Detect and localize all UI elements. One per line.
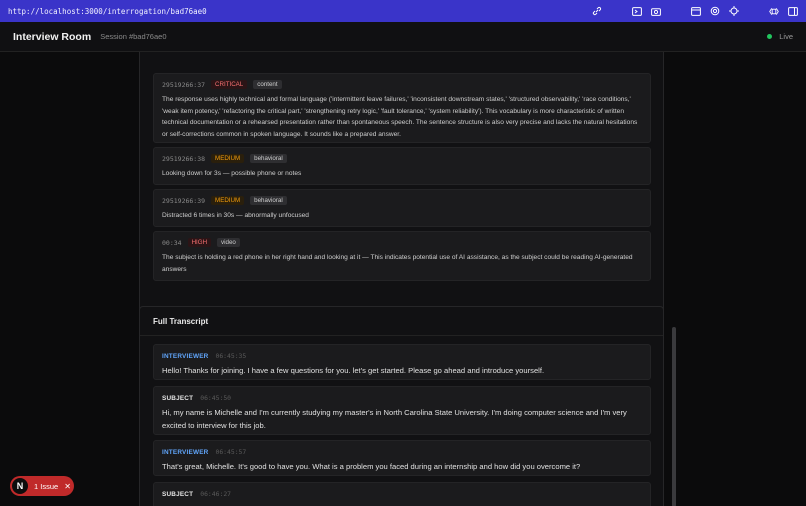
live-dot-icon: [767, 34, 773, 39]
transcript-turn: INTERVIEWER 06:45:57 That's great, Miche…: [153, 440, 651, 476]
camera-icon[interactable]: [651, 7, 661, 16]
transcript-turn: INTERVIEWER 06:45:35 Hello! Thanks for j…: [153, 344, 651, 380]
turn-timestamp: 06:45:57: [215, 448, 247, 456]
turn-text: That's great, Michelle. It's good to hav…: [162, 462, 581, 471]
issue-badge[interactable]: N 1 Issue ✕: [10, 476, 74, 496]
turn-timestamp: 06:45:50: [200, 394, 232, 402]
browser-toolbar: http://localhost:3000/interrogation/bad7…: [0, 0, 806, 22]
close-icon[interactable]: ✕: [64, 482, 71, 491]
severity-badge: MEDIUM: [211, 196, 245, 205]
browser-actions: [592, 6, 798, 16]
category-badge: behavioral: [250, 196, 287, 205]
next-logo-icon: N: [12, 478, 28, 494]
category-badge: behavioral: [250, 154, 287, 163]
speaker-label: INTERVIEWER: [162, 449, 209, 456]
speaker-label: INTERVIEWER: [162, 353, 209, 360]
issue-count[interactable]: 1 Issue: [34, 482, 58, 491]
scrollbar-thumb[interactable]: [672, 327, 676, 506]
category-badge: content: [253, 80, 282, 89]
flag-item: 00:34 HIGH video The subject is holding …: [153, 231, 651, 281]
sidebar-icon[interactable]: [788, 6, 798, 16]
transcript-turn: SUBJECT 06:46:27: [153, 482, 651, 506]
transcript-card: Full Transcript INTERVIEWER 06:45:35 Hel…: [139, 306, 664, 506]
turn-text: Hi, my name is Michelle and I'm currentl…: [162, 408, 627, 430]
flag-description: The subject is holding a red phone in he…: [162, 254, 633, 273]
flags-card: 29519266:37 CRITICAL content The respons…: [139, 52, 664, 340]
session-id: Session #bad76ae0: [100, 32, 167, 41]
flag-timestamp: 29519266:38: [162, 154, 206, 163]
severity-badge: MEDIUM: [211, 154, 245, 163]
flag-description: Distracted 6 times in 30s — abnormally u…: [162, 212, 309, 219]
flag-item: 29519266:39 MEDIUM behavioral Distracted…: [153, 189, 651, 227]
turn-timestamp: 06:45:35: [215, 352, 247, 360]
speaker-label: SUBJECT: [162, 395, 194, 402]
page-title: Interview Room: [13, 30, 92, 43]
turn-timestamp: 06:46:27: [200, 490, 232, 498]
turn-text: Hello! Thanks for joining. I have a few …: [162, 366, 545, 375]
window-icon[interactable]: [691, 6, 701, 16]
flag-description: The response uses highly technical and f…: [162, 96, 638, 138]
live-label: Live: [779, 32, 793, 41]
transcript-turn: SUBJECT 06:45:50 Hi, my name is Michelle…: [153, 386, 651, 435]
target-icon[interactable]: [710, 6, 720, 16]
flag-timestamp: 00:34: [162, 238, 182, 247]
crosshair-icon[interactable]: [729, 6, 739, 16]
flag-description: Looking down for 3s — possible phone or …: [162, 170, 302, 177]
flag-timestamp: 29519266:37: [162, 80, 206, 89]
flag-timestamp: 29519266:39: [162, 196, 206, 205]
live-status: Live: [767, 32, 793, 41]
transcript-title: Full Transcript: [153, 317, 209, 326]
severity-badge: CRITICAL: [211, 80, 248, 89]
main-scroll-area[interactable]: 29519266:37 CRITICAL content The respons…: [0, 52, 806, 506]
category-badge: video: [217, 238, 240, 247]
speaker-label: SUBJECT: [162, 491, 194, 498]
url-bar[interactable]: http://localhost:3000/interrogation/bad7…: [8, 7, 592, 16]
flag-item: 29519266:38 MEDIUM behavioral Looking do…: [153, 147, 651, 185]
flag-item: 29519266:37 CRITICAL content The respons…: [153, 73, 651, 143]
severity-badge: HIGH: [187, 238, 212, 247]
link-icon[interactable]: [592, 6, 602, 16]
screen-record-icon[interactable]: [632, 6, 642, 16]
divider: [140, 335, 663, 336]
code-icon[interactable]: [769, 7, 779, 16]
app-header: Interview Room Session #bad76ae0 Live: [0, 22, 806, 52]
